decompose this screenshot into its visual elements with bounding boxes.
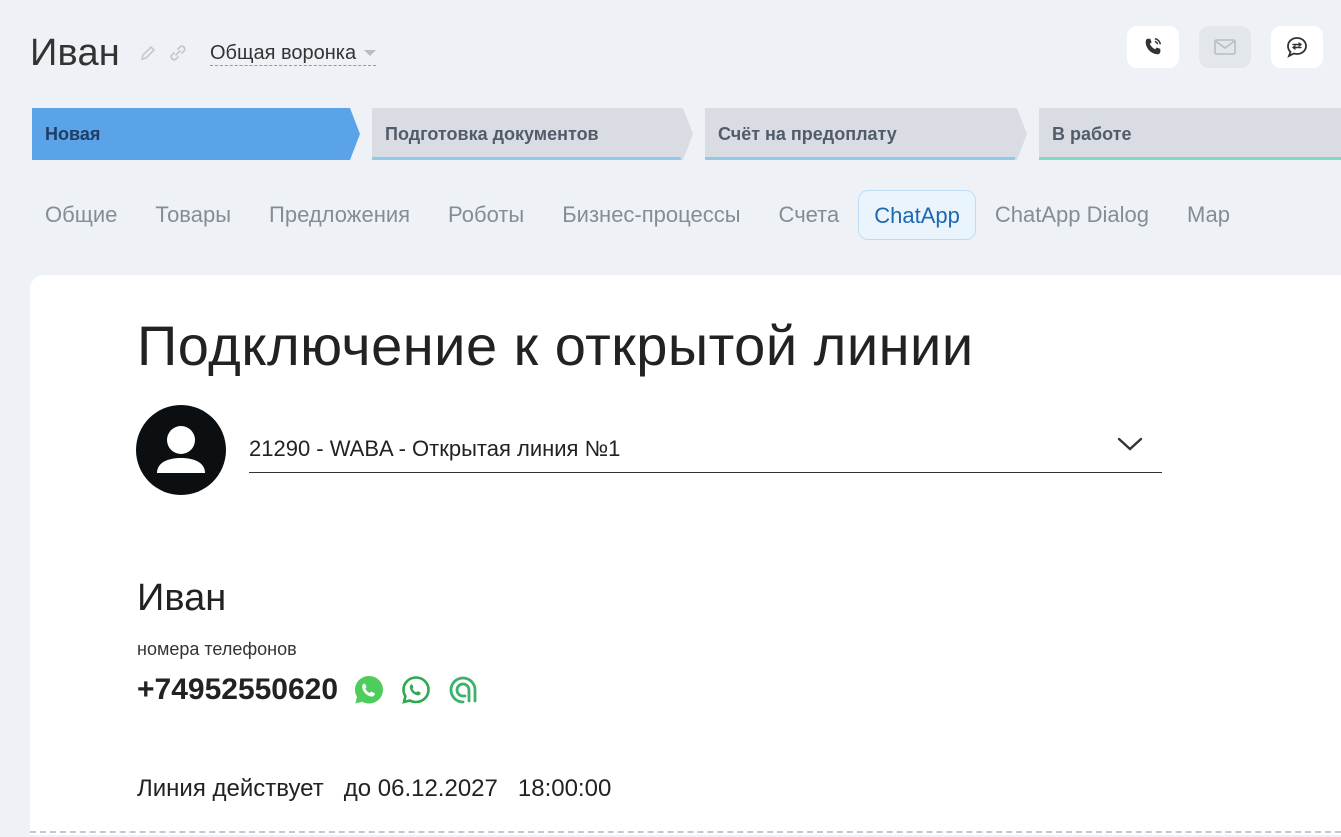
funnel-selector[interactable]: Общая воронка [210,41,377,66]
link-icon[interactable] [168,43,188,63]
whatsapp-filled-icon[interactable] [352,673,386,707]
chat-button[interactable] [1271,26,1323,68]
tab-business-processes[interactable]: Бизнес-процессы [543,190,759,240]
stage-documents[interactable]: Подготовка документов [372,108,693,160]
tab-more[interactable]: Мар [1168,190,1249,240]
chatapp-icon[interactable] [446,673,480,707]
stage-prepayment-invoice[interactable]: Счёт на предоплату [705,108,1027,160]
envelope-icon [1214,39,1236,55]
stage-new[interactable]: Новая [32,108,360,160]
tab-chatapp-dialog[interactable]: ChatApp Dialog [976,190,1168,240]
funnel-label: Общая воронка [210,41,357,64]
tab-products[interactable]: Товары [136,190,250,240]
caret-down-icon [364,49,377,56]
stage-label: В работе [1052,123,1132,144]
pencil-icon[interactable] [138,43,158,63]
user-icon [157,426,205,473]
avatar [136,405,226,495]
divider [30,831,1341,833]
tab-quotes[interactable]: Предложения [250,190,429,240]
whatsapp-outline-icon[interactable] [399,673,433,707]
chevron-down-icon [1117,437,1143,451]
open-line-select[interactable]: 21290 - WABA - Открытая линия №1 [249,423,1162,473]
top-actions [1127,26,1323,68]
tab-robots[interactable]: Роботы [429,190,543,240]
tab-general[interactable]: Общие [26,190,136,240]
stage-progress-line [1039,157,1341,160]
card-title: Подключение к открытой линии [137,314,974,377]
stage-label: Счёт на предоплату [718,123,897,144]
tab-chatapp[interactable]: ChatApp [858,190,976,240]
open-line-select-value: 21290 - WABA - Открытая линия №1 [249,435,621,461]
phones-label: номера телефонов [137,639,297,659]
phone-number: +74952550620 [137,673,339,706]
stage-label: Новая [45,123,101,144]
stage-progress-line [372,157,681,160]
chat-icon [1287,37,1307,58]
mail-button[interactable] [1199,26,1251,68]
phone-icon [1145,38,1162,55]
pipeline-stages: Новая Подготовка документов Счёт на пред… [32,108,1341,160]
stage-label: Подготовка документов [385,123,599,144]
open-line-card: Подключение к открытой линии 21290 - WAB… [30,275,1341,835]
stage-in-progress[interactable]: В работе [1039,108,1341,160]
tab-bar: Общие Товары Предложения Роботы Бизнес-п… [26,190,1249,240]
call-button[interactable] [1127,26,1179,68]
deal-header: Иван Общая воронка [30,28,377,78]
deal-title: Иван [30,31,120,74]
stage-progress-line [705,157,1015,160]
phone-row: +74952550620 [137,673,480,707]
contact-name: Иван [137,577,227,619]
tab-invoices[interactable]: Счета [760,190,859,240]
line-validity: Линия действует до 06.12.2027 18:00:00 [137,775,612,802]
